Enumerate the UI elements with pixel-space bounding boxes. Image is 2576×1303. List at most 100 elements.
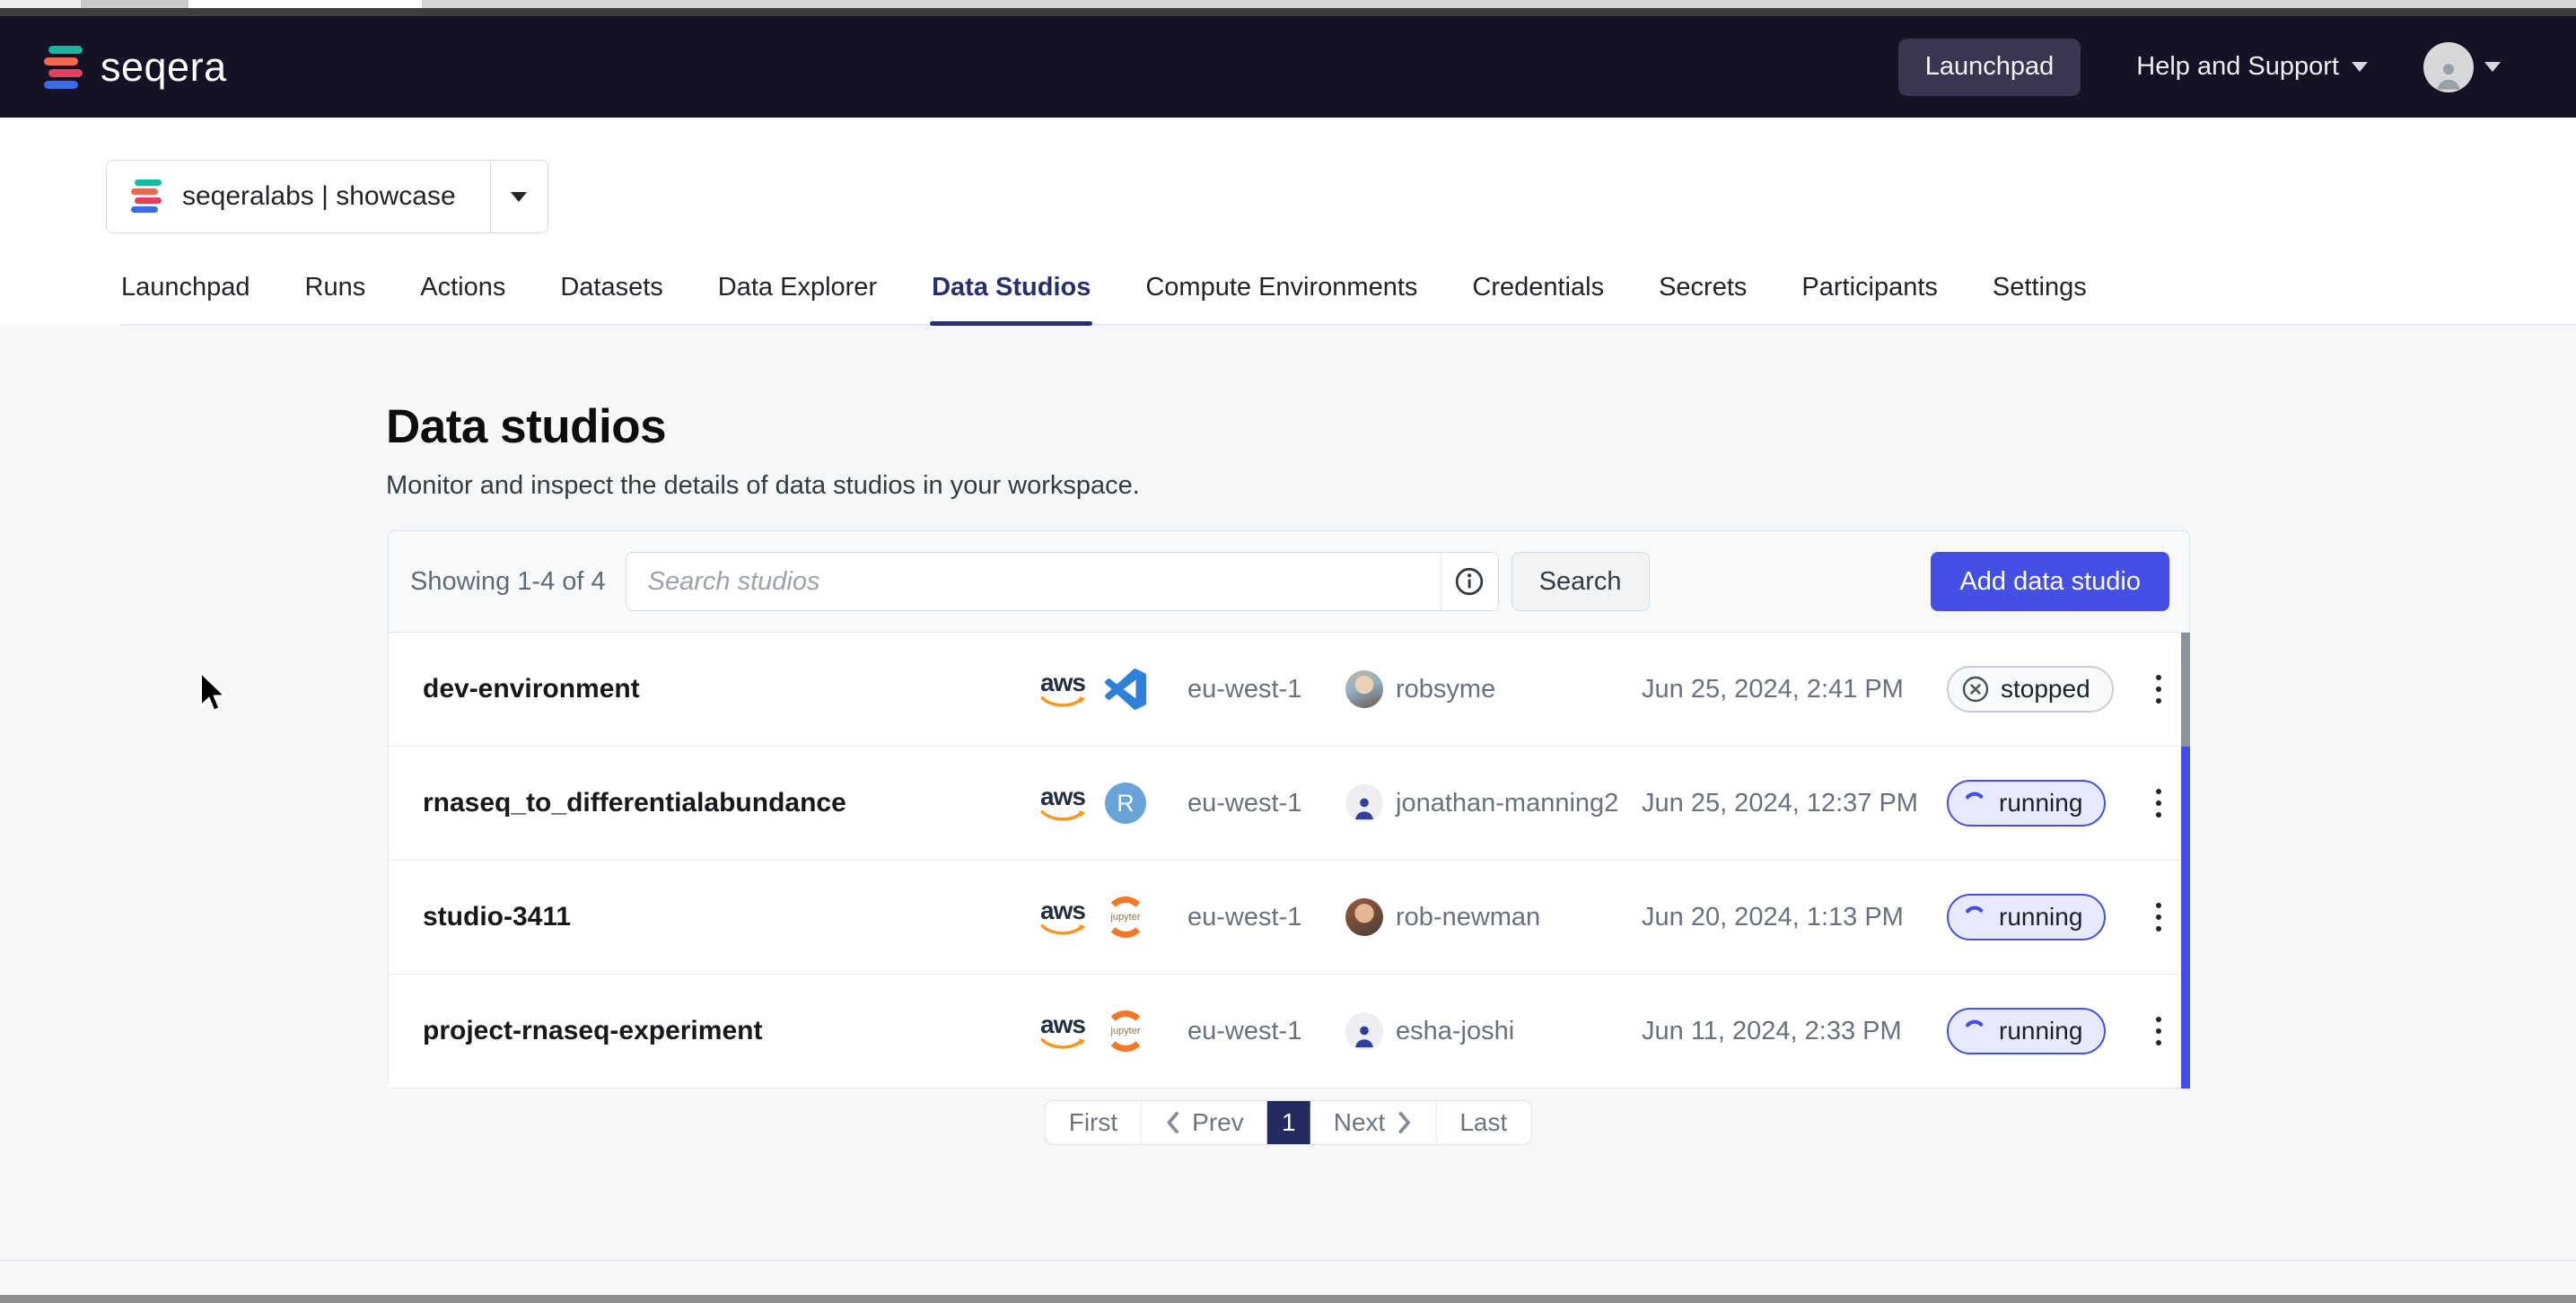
pagination-current-page[interactable]: 1 <box>1267 1101 1310 1144</box>
status-badge: running <box>1947 780 2106 826</box>
region: eu-west-1 <box>1187 903 1345 932</box>
pagination: First Prev 1 Next Last <box>1045 1100 1532 1145</box>
tab-credentials[interactable]: Credentials <box>1470 273 1606 324</box>
aws-icon: aws <box>1033 783 1092 823</box>
search-info-icon[interactable] <box>1441 553 1498 610</box>
data-studios-card: Showing 1-4 of 4 Search Add data studio … <box>388 530 2190 1089</box>
workspace-tabs: Launchpad Runs Actions Datasets Data Exp… <box>119 273 2576 326</box>
status-label: stopped <box>2001 675 2090 704</box>
row-menu-kebab-icon[interactable] <box>2142 780 2176 826</box>
studio-name-link[interactable]: studio-3411 <box>423 902 1033 932</box>
table-row[interactable]: studio-3411 aws jupyter eu-west-1 rob-ne… <box>389 861 2189 975</box>
pagination-last[interactable]: Last <box>1436 1101 1530 1144</box>
table-row[interactable]: dev-environment aws eu-west-1 robsyme Ju… <box>389 633 2189 747</box>
username: robsyme <box>1396 675 1495 704</box>
status-label: running <box>1999 789 2082 818</box>
window-edge-strip <box>0 8 2576 16</box>
tab-participants[interactable]: Participants <box>1800 273 1940 324</box>
chevron-down-icon <box>511 192 527 202</box>
studio-name-link[interactable]: rnaseq_to_differentialabundance <box>423 788 1033 818</box>
workspace-selector[interactable]: seqeralabs | showcase <box>106 160 548 233</box>
person-icon <box>1349 1019 1380 1050</box>
scrollbar-track-accent <box>2181 747 2190 1089</box>
workspace-dropdown-toggle[interactable] <box>490 161 548 232</box>
user-cell: rob-newman <box>1345 898 1642 936</box>
table-scrollbar[interactable] <box>2181 633 2190 1089</box>
bottom-scrollbar-strip[interactable] <box>0 1295 2576 1303</box>
tab-data-studios[interactable]: Data Studios <box>930 273 1092 324</box>
status-cell: running <box>1947 780 2128 826</box>
workspace-label: seqeralabs | showcase <box>182 181 456 212</box>
chevron-down-icon <box>2352 62 2368 72</box>
help-and-support-menu[interactable]: Help and Support <box>2136 52 2368 82</box>
seqera-logo-icon <box>43 43 84 92</box>
row-menu-kebab-icon[interactable] <box>2142 666 2176 713</box>
created-date: Jun 25, 2024, 12:37 PM <box>1642 789 1947 818</box>
spinner-icon <box>1961 904 1988 931</box>
status-cell: running <box>1947 894 2128 940</box>
tab-launchpad[interactable]: Launchpad <box>119 273 252 324</box>
table-row[interactable]: rnaseq_to_differentialabundance aws R eu… <box>389 747 2189 861</box>
status-label: running <box>1999 1017 2082 1045</box>
created-date: Jun 20, 2024, 1:13 PM <box>1642 903 1947 932</box>
launchpad-button[interactable]: Launchpad <box>1898 39 2081 96</box>
pagination-first[interactable]: First <box>1046 1101 1141 1144</box>
aws-icon: aws <box>1033 897 1092 937</box>
tab-settings[interactable]: Settings <box>1991 273 2089 324</box>
user-cell: jonathan-manning2 <box>1345 784 1642 822</box>
tab-actions[interactable]: Actions <box>418 273 507 324</box>
created-date: Jun 11, 2024, 2:33 PM <box>1642 1017 1947 1046</box>
studio-name-link[interactable]: project-rnaseq-experiment <box>423 1016 1033 1046</box>
status-badge: stopped <box>1947 666 2114 713</box>
provider-app-icons: aws jupyter <box>1033 896 1187 938</box>
status-cell: running <box>1947 1008 2128 1054</box>
user-avatar-photo <box>1345 898 1383 936</box>
status-badge: running <box>1947 1008 2106 1054</box>
seqera-logo[interactable]: seqera <box>43 43 227 92</box>
tab-compute-environments[interactable]: Compute Environments <box>1143 273 1419 324</box>
user-cell: esha-joshi <box>1345 1012 1642 1050</box>
user-cell: robsyme <box>1345 670 1642 708</box>
workspace-selected: seqeralabs | showcase <box>107 178 490 215</box>
tab-data-explorer[interactable]: Data Explorer <box>716 273 879 324</box>
scrollbar-thumb[interactable] <box>2181 633 2190 747</box>
user-avatar-photo <box>1345 670 1383 708</box>
jupyter-icon: jupyter <box>1105 1010 1146 1052</box>
search-button[interactable]: Search <box>1511 552 1650 611</box>
vscode-icon <box>1105 669 1146 710</box>
search-input-group <box>626 552 1499 611</box>
row-menu-kebab-icon[interactable] <box>2142 1008 2176 1054</box>
help-and-support-label: Help and Support <box>2136 52 2339 82</box>
user-avatar-generic <box>1345 1012 1383 1050</box>
user-menu[interactable] <box>2423 42 2501 92</box>
studio-name-link[interactable]: dev-environment <box>423 674 1033 704</box>
table-toolbar: Showing 1-4 of 4 Search Add data studio <box>389 531 2189 633</box>
search-input[interactable] <box>626 553 1441 610</box>
tab-datasets[interactable]: Datasets <box>558 273 664 324</box>
spinner-icon <box>1961 1018 1988 1045</box>
pagination-prev[interactable]: Prev <box>1142 1101 1267 1144</box>
table-row[interactable]: project-rnaseq-experiment aws jupyter eu… <box>389 975 2189 1089</box>
provider-app-icons: aws jupyter <box>1033 1010 1187 1052</box>
pagination-prev-label: Prev <box>1192 1108 1244 1137</box>
tab-runs[interactable]: Runs <box>303 273 368 324</box>
topbar-right-group: Launchpad Help and Support <box>1898 39 2501 96</box>
username: jonathan-manning2 <box>1396 789 1618 818</box>
jupyter-icon: jupyter <box>1105 896 1146 938</box>
pagination-next[interactable]: Next <box>1310 1101 1436 1144</box>
row-menu-kebab-icon[interactable] <box>2142 894 2176 940</box>
workspace-band: seqeralabs | showcase Launchpad Runs Act… <box>0 118 2576 326</box>
pagination-next-label: Next <box>1334 1108 1386 1137</box>
user-avatar-generic <box>1345 784 1383 822</box>
spinner-icon <box>1961 790 1988 817</box>
status-label: running <box>1999 903 2082 931</box>
add-data-studio-button[interactable]: Add data studio <box>1931 552 2169 611</box>
chevron-down-icon <box>2484 62 2501 72</box>
browser-edge-strip <box>0 0 2576 8</box>
status-cell: stopped <box>1947 666 2128 713</box>
seqera-mark-icon <box>130 178 162 215</box>
tab-secrets[interactable]: Secrets <box>1657 273 1748 324</box>
username: rob-newman <box>1396 903 1540 932</box>
region: eu-west-1 <box>1187 675 1345 704</box>
person-icon <box>1349 791 1380 822</box>
